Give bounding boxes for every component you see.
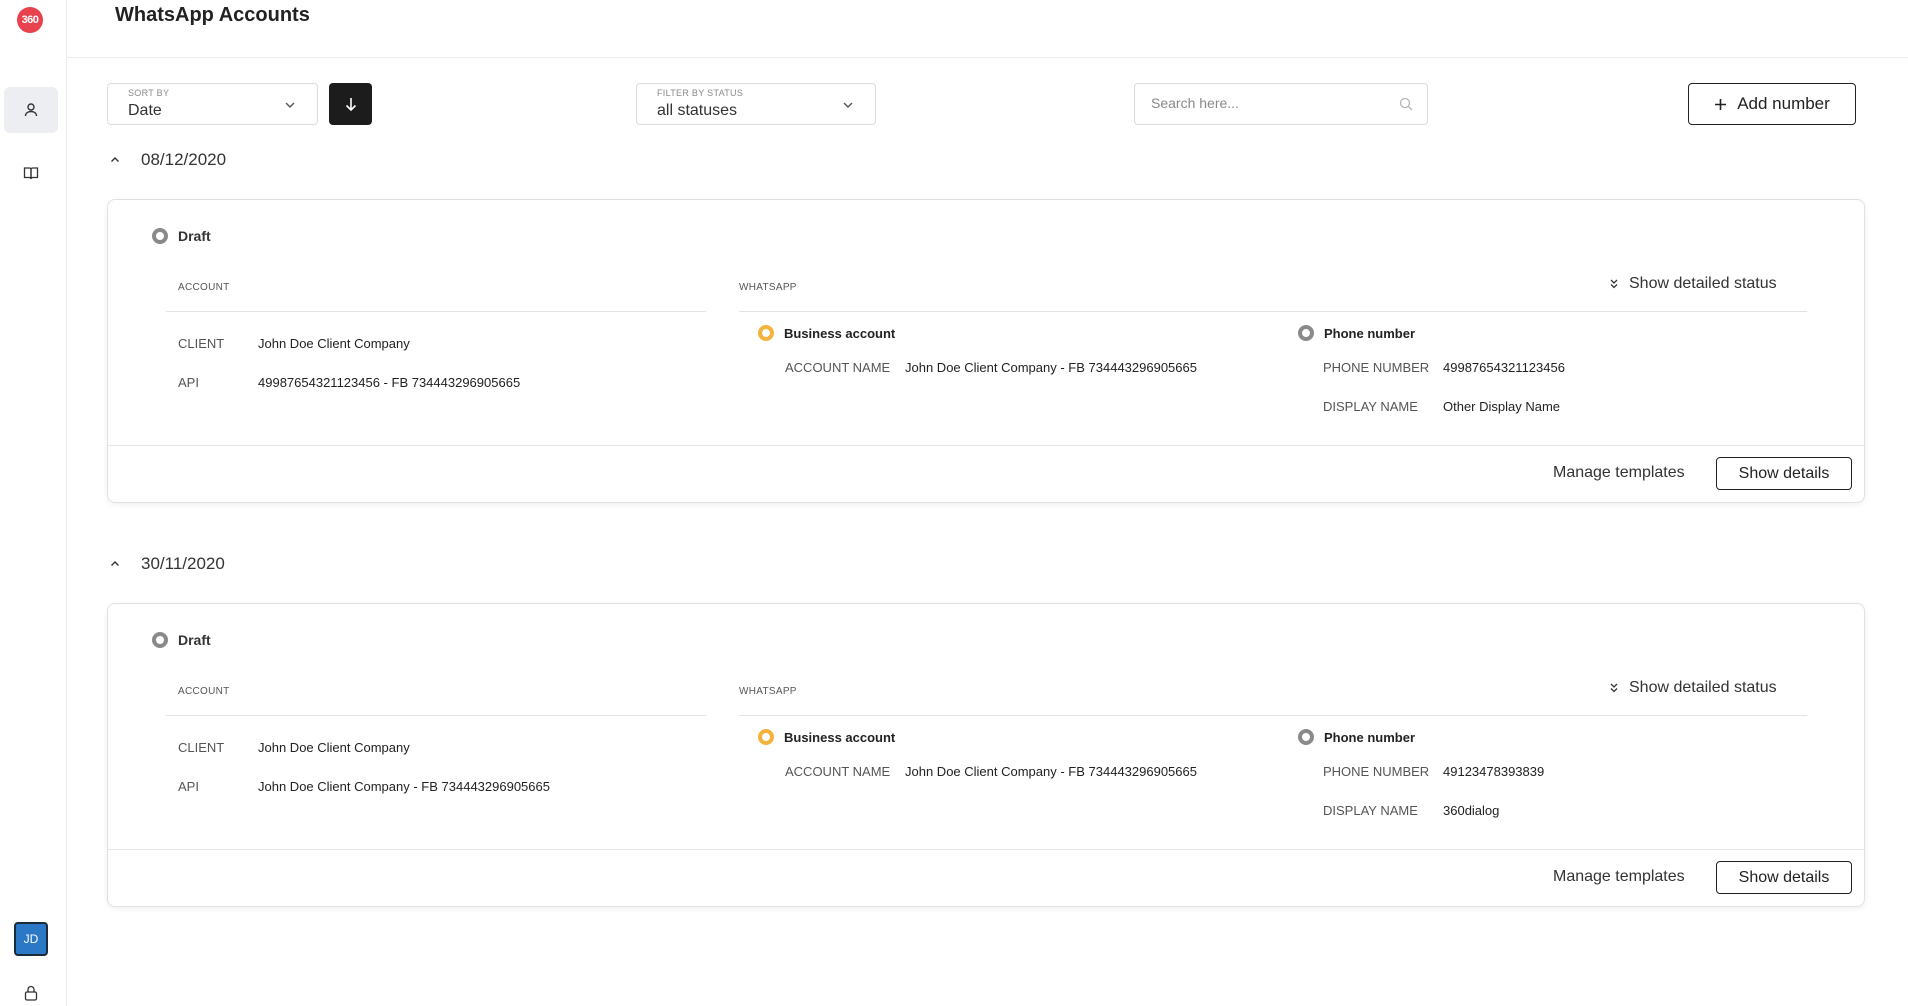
business-status-icon — [758, 729, 774, 745]
status-indicator-icon — [152, 632, 168, 648]
business-account-title: Business account — [784, 325, 896, 341]
client-value: John Doe Client Company — [258, 336, 410, 351]
status-label: Draft — [178, 228, 211, 244]
person-icon — [24, 103, 38, 117]
divider — [166, 715, 706, 716]
phone-number-key: PHONE NUMBER — [1323, 360, 1430, 375]
show-detailed-status-label: Show detailed status — [1629, 679, 1777, 696]
api-value: 49987654321123456 - FB 734443296905665 — [258, 375, 521, 390]
display-name-value: Other Display Name — [1443, 399, 1561, 414]
show-detailed-status-button[interactable]: Show detailed status — [1609, 275, 1777, 293]
phone-status-icon — [1298, 729, 1314, 745]
search-box — [1134, 83, 1428, 125]
phone-number-header: Phone number — [1298, 325, 1415, 341]
account-section-label: ACCOUNT — [178, 686, 230, 697]
card-status: Draft — [152, 228, 211, 244]
status-filter-select[interactable]: FILTER BY STATUS all statuses — [636, 83, 876, 125]
double-chevron-down-icon — [1610, 683, 1618, 693]
phone-number-title: Phone number — [1324, 729, 1416, 745]
card-footer-divider — [108, 445, 1864, 446]
card-status: Draft — [152, 632, 211, 648]
page-title: WhatsApp Accounts — [115, 4, 310, 26]
sidebar-item-accounts[interactable] — [4, 87, 58, 133]
chevron-up-icon — [107, 154, 123, 166]
whatsapp-section-label: WHATSAPP — [739, 686, 797, 697]
display-name-value: 360dialog — [1443, 803, 1500, 818]
client-key: CLIENT — [178, 336, 225, 351]
display-name-key: DISPLAY NAME — [1323, 399, 1418, 414]
business-account-header: Business account — [758, 729, 895, 745]
sidebar: 360 JD — [0, 0, 67, 1006]
divider — [166, 311, 706, 312]
group-date: 08/12/2020 — [141, 150, 227, 169]
arrow-down-icon — [345, 98, 356, 112]
search-input[interactable] — [1151, 95, 1381, 111]
status-label: Draft — [178, 632, 211, 648]
account-name-value: John Doe Client Company - FB 73444329690… — [905, 764, 1197, 779]
divider — [739, 311, 1807, 312]
chevron-up-icon — [107, 558, 123, 570]
show-detailed-status-label: Show detailed status — [1629, 275, 1777, 292]
filter-value: all statuses — [657, 102, 738, 119]
api-key: API — [178, 375, 199, 390]
business-account-title: Business account — [784, 729, 896, 745]
logo[interactable]: 360 — [17, 7, 43, 33]
plus-icon — [1715, 98, 1727, 110]
book-icon — [23, 167, 39, 180]
phone-number-header: Phone number — [1298, 729, 1415, 745]
sort-direction-button[interactable] — [329, 83, 372, 125]
sort-value: Date — [128, 102, 162, 119]
top-bar: WhatsApp Accounts — [67, 0, 1908, 58]
card-footer-divider — [108, 849, 1864, 850]
add-number-button[interactable]: Add number — [1688, 83, 1856, 125]
sort-label: SORT BY — [128, 88, 170, 98]
date-group-header[interactable]: 30/11/2020 — [107, 552, 225, 576]
show-details-button[interactable]: Show details — [1716, 457, 1852, 490]
account-section-label: ACCOUNT — [178, 282, 230, 293]
whatsapp-section-label: WHATSAPP — [739, 282, 797, 293]
display-name-key: DISPLAY NAME — [1323, 803, 1418, 818]
account-card: Draft ACCOUNT WHATSAPP Show detailed sta… — [107, 199, 1865, 503]
divider — [739, 715, 1807, 716]
show-details-button[interactable]: Show details — [1716, 861, 1852, 894]
filter-label: FILTER BY STATUS — [657, 88, 744, 98]
double-chevron-down-icon — [1610, 279, 1618, 289]
phone-number-title: Phone number — [1324, 325, 1416, 341]
sidebar-item-docs[interactable] — [4, 150, 58, 196]
phone-status-icon — [1298, 325, 1314, 341]
avatar[interactable]: JD — [14, 922, 48, 956]
date-group-header[interactable]: 08/12/2020 — [107, 148, 226, 172]
sort-select[interactable]: SORT BY Date — [107, 83, 318, 125]
chevron-down-icon — [285, 102, 295, 108]
account-name-key: ACCOUNT NAME — [785, 764, 891, 779]
show-detailed-status-button[interactable]: Show detailed status — [1609, 679, 1777, 697]
business-status-icon — [758, 325, 774, 341]
phone-number-key: PHONE NUMBER — [1323, 764, 1430, 779]
business-account-header: Business account — [758, 325, 895, 341]
client-key: CLIENT — [178, 740, 225, 755]
account-name-key: ACCOUNT NAME — [785, 360, 891, 375]
phone-number-value: 49987654321123456 — [1443, 360, 1565, 375]
client-value: John Doe Client Company — [258, 740, 410, 755]
account-name-value: John Doe Client Company - FB 73444329690… — [905, 360, 1197, 375]
phone-number-value: 49123478393839 — [1443, 764, 1545, 779]
manage-templates-link[interactable]: Manage templates — [1553, 868, 1685, 886]
status-indicator-icon — [152, 228, 168, 244]
chevron-down-icon — [843, 102, 853, 108]
add-number-label: Add number — [1737, 94, 1830, 113]
api-key: API — [178, 779, 199, 794]
manage-templates-link[interactable]: Manage templates — [1553, 464, 1685, 482]
api-value: John Doe Client Company - FB 73444329690… — [258, 779, 550, 794]
group-date: 30/11/2020 — [141, 554, 225, 573]
search-icon — [1399, 97, 1413, 111]
lock-icon[interactable] — [22, 984, 40, 1002]
account-card: Draft ACCOUNT WHATSAPP Show detailed sta… — [107, 603, 1865, 907]
